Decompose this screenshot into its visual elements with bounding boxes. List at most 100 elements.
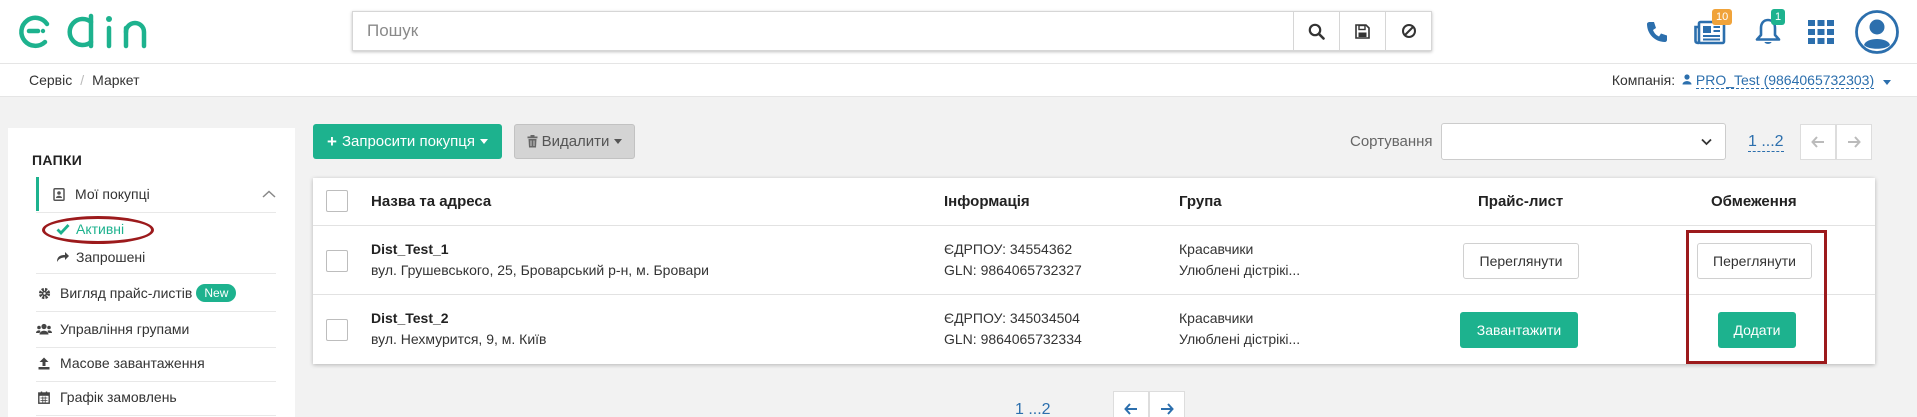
sidebar-item-invited[interactable]: Запрошені (56, 244, 296, 270)
breadcrumb-item-service[interactable]: Сервіс (29, 72, 72, 88)
save-search-button[interactable] (1339, 12, 1385, 50)
row-checkbox[interactable] (326, 250, 348, 272)
floppy-disk-icon (1355, 23, 1370, 39)
row-checkbox[interactable] (326, 319, 348, 341)
apps-menu-button[interactable] (1804, 12, 1838, 52)
buyers-table: Назва та адреса Інформація Група Прайс-л… (313, 178, 1875, 364)
phone-button[interactable] (1640, 12, 1674, 52)
sidebar-title: ПАПКИ (32, 152, 83, 168)
buyer-gln: GLN: 9864065732327 (944, 262, 1082, 278)
phone-icon (1647, 22, 1667, 42)
buyer-group-1: Красавчики (1179, 310, 1254, 326)
calendar-icon (36, 391, 52, 404)
buyer-name[interactable]: Dist_Test_1 (371, 239, 709, 260)
next-page-button-bottom[interactable] (1149, 391, 1185, 417)
upload-icon (36, 357, 52, 370)
sidebar-item-label: Управління групами (60, 321, 190, 337)
sidebar-item-price-view[interactable]: Вигляд прайс-листів New (36, 276, 276, 310)
cell-info: ЄДРПОУ: 34554362 GLN: 9864065732327 (944, 239, 1082, 281)
arrow-right-icon (1161, 403, 1174, 415)
buyer-address: вул. Нехмурится, 9, м. Київ (371, 331, 547, 347)
column-header-group: Група (1179, 193, 1222, 210)
divider (36, 212, 276, 213)
sidebar-item-label: Графік замовлень (60, 389, 177, 405)
view-price-list-button[interactable]: Переглянути (1463, 243, 1579, 279)
notifications-count-badge: 1 (1771, 9, 1786, 25)
share-arrow-icon (57, 252, 69, 262)
search-icon (1308, 23, 1325, 40)
company-dropdown[interactable]: PRO_Test (9864065732303) (1695, 72, 1875, 89)
sidebar-item-order-schedule[interactable]: Графік замовлень (36, 380, 276, 414)
arrow-left-icon (1811, 136, 1824, 148)
prev-page-button-bottom[interactable] (1113, 391, 1149, 417)
divider (36, 273, 276, 274)
upload-price-list-button[interactable]: Завантажити (1460, 312, 1578, 348)
sort-label: Сортування (1350, 133, 1433, 150)
trash-icon (527, 135, 538, 148)
highlight-annotation-oval (42, 216, 154, 244)
pagination-pages-top[interactable]: 1 ...2 (1748, 133, 1784, 152)
sidebar-item-groups[interactable]: Управління групами (36, 312, 276, 346)
delete-button[interactable]: Видалити (514, 124, 635, 159)
select-all-checkbox[interactable] (326, 190, 348, 212)
cell-name-address: Dist_Test_2 вул. Нехмурится, 9, м. Київ (371, 308, 546, 350)
search-button[interactable] (1293, 12, 1339, 50)
search-input[interactable] (353, 12, 1293, 50)
pagination-pages-bottom[interactable]: 1 ...2 (1015, 401, 1051, 417)
cell-group: Красавчики Улюблені дістрікі... (1179, 239, 1300, 281)
column-header-price-list: Прайс-лист (1478, 193, 1564, 210)
breadcrumb: Сервіс / Маркет (29, 72, 140, 88)
highlight-annotation-rect (1686, 230, 1827, 364)
column-header-info: Інформація (944, 193, 1030, 210)
cell-info: ЄДРПОУ: 345034504 GLN: 9864065732334 (944, 308, 1082, 350)
clear-search-button[interactable] (1385, 12, 1431, 50)
edin-logo[interactable] (18, 6, 163, 56)
cell-name-address: Dist_Test_1 вул. Грушевського, 25, Брова… (371, 239, 709, 281)
news-count-badge: 10 (1712, 9, 1733, 25)
buyer-edrpou: ЄДРПОУ: 34554362 (944, 241, 1073, 257)
caret-down-icon (479, 139, 488, 144)
users-icon (36, 323, 52, 335)
arrow-left-icon (1124, 403, 1137, 415)
buyer-group-1: Красавчики (1179, 241, 1254, 257)
notifications-button[interactable]: 1 (1750, 9, 1786, 52)
column-header-limits: Обмеження (1711, 193, 1797, 210)
next-page-button-top[interactable] (1836, 124, 1872, 160)
caret-down-icon (1883, 80, 1891, 85)
table-row: Dist_Test_1 вул. Грушевського, 25, Брова… (313, 226, 1875, 295)
breadcrumb-bar: Сервіс / Маркет Компанія: PRO_Test (986406… (0, 64, 1917, 97)
buyer-group-2: Улюблені дістрікі... (1179, 331, 1301, 347)
news-button[interactable]: 10 (1690, 9, 1733, 52)
sidebar-folder-label: Мої покупці (75, 186, 150, 202)
gear-icon (36, 287, 52, 300)
invite-buyer-button[interactable]: + Запросити покупця (313, 124, 502, 159)
new-badge: New (196, 284, 237, 302)
address-book-icon (51, 187, 67, 201)
buyer-edrpou: ЄДРПОУ: 345034504 (944, 310, 1080, 326)
chevron-up-icon[interactable] (262, 190, 276, 198)
sort-select[interactable] (1441, 123, 1726, 160)
company-selector: Компанія: PRO_Test (9864065732303) (1611, 72, 1891, 89)
chevron-down-icon (1701, 138, 1712, 146)
buyer-group-2: Улюблені дістрікі... (1179, 262, 1301, 278)
top-navbar: 10 1 (0, 0, 1917, 64)
sidebar-item-bulk-upload[interactable]: Масове завантаження (36, 346, 276, 380)
divider (36, 415, 276, 416)
sidebar-folder-my-buyers[interactable]: Мої покупці (36, 177, 276, 211)
cell-group: Красавчики Улюблені дістрікі... (1179, 308, 1300, 350)
arrow-right-icon (1848, 136, 1861, 148)
sidebar-item-label: Вигляд прайс-листів (60, 285, 193, 301)
sidebar-item-label: Масове завантаження (60, 355, 205, 371)
invite-buyer-label: Запросити покупця (341, 133, 475, 150)
prev-page-button-top[interactable] (1800, 124, 1836, 160)
user-avatar-button[interactable] (1855, 9, 1899, 55)
company-label: Компанія: (1611, 72, 1676, 88)
user-icon (1682, 74, 1692, 85)
ban-icon (1401, 24, 1416, 38)
user-avatar-icon (1855, 10, 1899, 54)
caret-down-icon (614, 139, 623, 144)
breadcrumb-item-market: Маркет (92, 72, 140, 88)
buyer-name[interactable]: Dist_Test_2 (371, 308, 546, 329)
table-header: Назва та адреса Інформація Група Прайс-л… (313, 178, 1875, 226)
table-row: Dist_Test_2 вул. Нехмурится, 9, м. Київ … (313, 295, 1875, 364)
